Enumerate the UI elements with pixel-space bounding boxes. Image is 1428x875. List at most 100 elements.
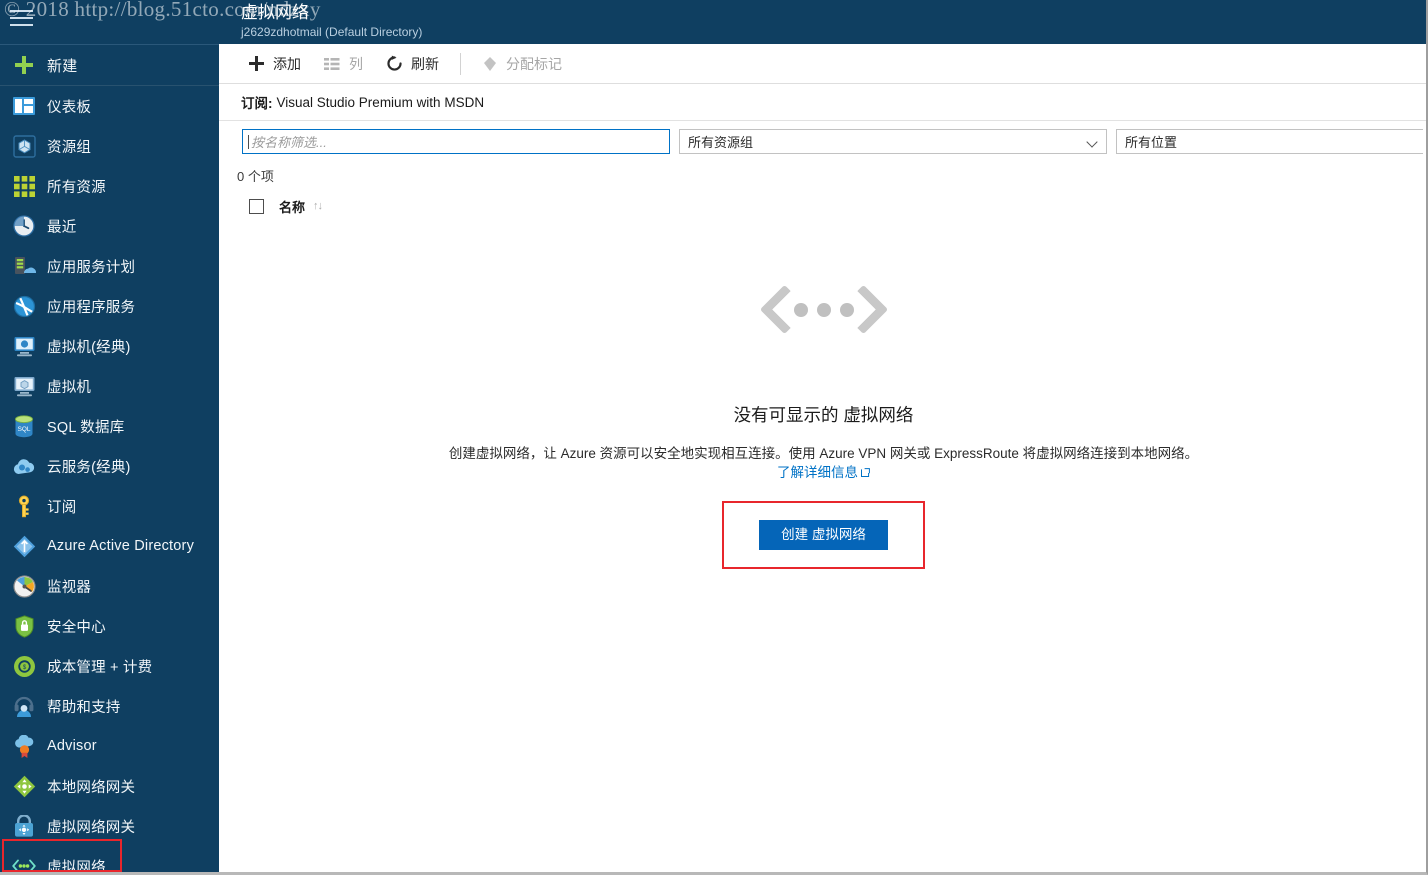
clock-icon — [11, 213, 37, 239]
sidebar-item-new[interactable]: 新建 — [0, 45, 219, 85]
azure-ad-icon — [11, 533, 37, 559]
refresh-icon — [385, 54, 404, 73]
sidebar-item-label: 虚拟网络 — [47, 859, 106, 875]
sidebar-item-dashboard[interactable]: 仪表板 — [0, 86, 219, 126]
virtual-network-gateway-icon — [11, 813, 37, 839]
item-count: 0 个项 — [237, 169, 274, 184]
sidebar-item-label: 最近 — [47, 219, 77, 236]
select-all-checkbox[interactable] — [249, 198, 264, 214]
left-sidebar: 新建 仪表板 资源组 所有资源 最近 应用服务计划 应用程序服务 虚拟机(经典) 虚拟机 SQL S… — [0, 0, 219, 875]
create-virtual-network-button[interactable]: 创建 虚拟网络 — [759, 520, 888, 550]
assign-tags-button-label: 分配标记 — [506, 55, 562, 72]
sidebar-item-app-services[interactable]: 应用程序服务 — [0, 286, 219, 326]
sidebar-item-sql-databases[interactable]: SQL SQL 数据库 — [0, 406, 219, 446]
empty-state-title: 没有可显示的 虚拟网络 — [733, 405, 914, 425]
sidebar-item-label: 资源组 — [47, 139, 92, 156]
sidebar-item-app-service-plans[interactable]: 应用服务计划 — [0, 246, 219, 286]
sidebar-item-label: 应用服务计划 — [47, 259, 136, 276]
security-center-icon — [11, 613, 37, 639]
subscription-row: 订阅: Visual Studio Premium with MSDN — [219, 84, 1426, 121]
sidebar-item-cloud-services-classic[interactable]: 云服务(经典) — [0, 446, 219, 486]
sidebar-item-local-network-gateways[interactable]: 本地网络网关 — [0, 766, 219, 806]
plus-icon — [11, 52, 37, 78]
sidebar-item-monitor[interactable]: 监视器 — [0, 566, 219, 606]
sidebar-item-help-and-support[interactable]: 帮助和支持 — [0, 686, 219, 726]
svg-text:SQL: SQL — [18, 426, 31, 433]
empty-state-description: 创建虚拟网络，让 Azure 资源可以安全地实现相互连接。使用 Azure VP… — [234, 444, 1414, 482]
virtual-network-illustration-icon — [772, 276, 876, 344]
sidebar-item-label: 订阅 — [47, 499, 77, 516]
hamburger-menu-icon[interactable] — [10, 10, 36, 32]
location-filter[interactable]: 所有位置 — [1116, 129, 1423, 154]
subscription-label: 订阅: — [241, 96, 273, 111]
sidebar-item-label: Azure Active Directory — [47, 538, 195, 554]
sidebar-item-azure-active-directory[interactable]: Azure Active Directory — [0, 526, 219, 566]
help-support-icon — [11, 693, 37, 719]
azure-portal-window: 新建 仪表板 资源组 所有资源 最近 应用服务计划 应用程序服务 虚拟机(经典) 虚拟机 SQL S… — [0, 0, 1428, 875]
columns-icon — [323, 54, 342, 73]
sidebar-item-advisor[interactable]: Advisor — [0, 726, 219, 766]
vm-icon — [11, 373, 37, 399]
learn-more-link[interactable]: 了解详细信息 — [777, 465, 870, 480]
resource-group-filter-value: 所有资源组 — [688, 135, 754, 150]
sidebar-item-virtual-networks[interactable]: 虚拟网络 — [0, 846, 219, 875]
blade-title-bar: 虚拟网络 j2629zdhotmail (Default Directory) — [219, 0, 1426, 44]
sidebar-item-subscriptions[interactable]: 订阅 — [0, 486, 219, 526]
refresh-button[interactable]: 刷新 — [377, 50, 449, 78]
dashboard-icon — [11, 93, 37, 119]
refresh-button-label: 刷新 — [411, 55, 439, 72]
subscription-value: Visual Studio Premium with MSDN — [276, 94, 485, 110]
list-header-row: 名称 ↑↓ — [0, 196, 1426, 216]
tag-icon — [480, 54, 499, 73]
toolbar-divider — [460, 52, 461, 75]
app-service-plan-icon — [11, 253, 37, 279]
add-button[interactable]: 添加 — [239, 50, 311, 78]
empty-state-description-text: 创建虚拟网络，让 Azure 资源可以安全地实现相互连接。使用 Azure VP… — [448, 446, 1199, 461]
assign-tags-button[interactable]: 分配标记 — [472, 50, 572, 78]
sidebar-item-resource-groups[interactable]: 资源组 — [0, 126, 219, 166]
command-toolbar: 添加 列 刷新 分配标记 — [219, 44, 1426, 84]
sidebar-item-label: Advisor — [47, 738, 97, 754]
sidebar-item-label: 监视器 — [47, 579, 92, 596]
learn-more-label: 了解详细信息 — [777, 465, 858, 480]
external-link-icon — [861, 463, 870, 477]
sidebar-item-label: 仪表板 — [47, 99, 92, 116]
resource-group-filter[interactable]: 所有资源组 — [679, 129, 1107, 154]
sidebar-item-virtual-network-gateways[interactable]: 虚拟网络网关 — [0, 806, 219, 846]
key-icon — [11, 493, 37, 519]
plus-icon — [247, 54, 266, 73]
sidebar-item-label: 云服务(经典) — [47, 459, 131, 476]
sort-toggle-icon[interactable]: ↑↓ — [313, 200, 323, 212]
sidebar-item-label: 本地网络网关 — [47, 779, 136, 796]
sidebar-item-cost-management-billing[interactable]: $ 成本管理 + 计费 — [0, 646, 219, 686]
app-services-icon — [11, 293, 37, 319]
sidebar-item-label: 安全中心 — [47, 619, 106, 636]
monitor-icon — [11, 573, 37, 599]
name-filter-input[interactable]: 按名称筛选... — [242, 129, 670, 154]
sidebar-item-label: 虚拟机 — [47, 379, 92, 396]
local-network-gateway-icon — [11, 773, 37, 799]
sidebar-item-label: 成本管理 + 计费 — [47, 659, 153, 676]
vm-classic-icon — [11, 333, 37, 359]
columns-button-label: 列 — [349, 55, 363, 72]
sidebar-item-virtual-machines[interactable]: 虚拟机 — [0, 366, 219, 406]
cost-management-icon: $ — [11, 653, 37, 679]
text-caret — [248, 134, 249, 149]
sidebar-item-security-center[interactable]: 安全中心 — [0, 606, 219, 646]
advisor-icon — [11, 733, 37, 759]
dots-icon — [793, 303, 854, 317]
empty-state: 没有可显示的 虚拟网络 创建虚拟网络，让 Azure 资源可以安全地实现相互连接… — [219, 276, 1426, 569]
filter-bar: 按名称筛选... 所有资源组 所有位置 — [219, 121, 1426, 162]
sql-database-icon: SQL — [11, 413, 37, 439]
column-header-name: 名称 — [279, 199, 306, 215]
sidebar-item-label: 新建 — [47, 57, 78, 75]
columns-button[interactable]: 列 — [315, 50, 373, 78]
virtual-network-icon — [11, 853, 37, 872]
resource-group-icon — [11, 133, 37, 159]
sidebar-item-label: 虚拟机(经典) — [47, 339, 131, 356]
sidebar-item-virtual-machines-classic[interactable]: 虚拟机(经典) — [0, 326, 219, 366]
add-button-label: 添加 — [273, 55, 301, 72]
directory-subtitle: j2629zdhotmail (Default Directory) — [241, 25, 423, 39]
sidebar-item-label: 帮助和支持 — [47, 699, 121, 716]
location-filter-value: 所有位置 — [1125, 135, 1178, 150]
